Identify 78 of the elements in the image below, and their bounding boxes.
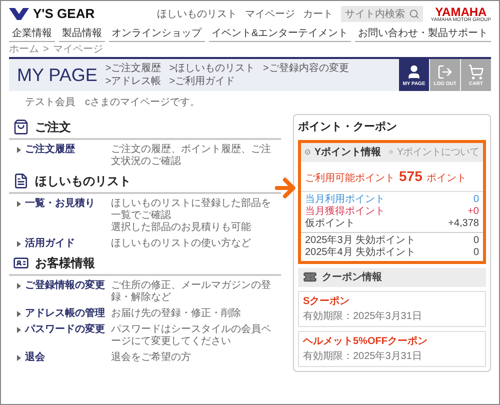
nav-item[interactable]: 企業情報 xyxy=(9,27,55,42)
coupon-card[interactable]: Sクーポン 有効期限：2025年3月31日 xyxy=(298,290,486,326)
nav-item[interactable]: イベント&エンターテイメント xyxy=(208,27,352,42)
expiry-value: 0 xyxy=(473,234,479,246)
menu-link[interactable]: ご登録情報の変更 xyxy=(25,280,111,292)
user-icon xyxy=(406,64,422,80)
bullet-icon xyxy=(17,355,21,361)
bullet-icon xyxy=(17,327,21,333)
row-description: パスワードはシースタイルの会員ページにて変更してください xyxy=(111,324,272,348)
row-description: ほしいものリストの使い方など xyxy=(111,238,251,250)
coupon-card[interactable]: ヘルメット5%OFFクーポン 有効期限：2025年3月31日 xyxy=(298,330,486,366)
row-description: 退会をご希望の方 xyxy=(111,352,191,364)
bag-icon xyxy=(13,119,29,135)
breadcrumb-link[interactable]: ホーム xyxy=(9,42,39,57)
mypage-link[interactable]: >ご登録内容の変更 xyxy=(263,62,349,75)
greeting-text: テスト会員 cさまのマイページです。 xyxy=(24,96,201,110)
coupon-expiry: 有効期限：2025年3月31日 xyxy=(303,310,423,324)
points-label: 仮ポイント xyxy=(305,218,355,230)
coupon-expiry: 有効期限：2025年3月31日 xyxy=(303,350,423,364)
expiry-label: 2025年4月 失効ポイント xyxy=(305,246,416,258)
bullet-icon xyxy=(17,201,21,207)
card-title: Yポイント情報 xyxy=(314,146,382,160)
coupon-name: Sクーポン xyxy=(303,294,351,308)
header-link[interactable]: マイページ xyxy=(244,6,295,22)
points-unit: ポイント xyxy=(426,172,466,186)
mypage-link[interactable]: >ご利用ガイド xyxy=(169,75,236,88)
id-card-icon xyxy=(13,255,29,271)
row-description: ご注文の履歴、ポイント履歴、ご注文状況のご確認 xyxy=(111,144,272,168)
bullet-icon xyxy=(17,241,21,247)
available-points-value: 575 xyxy=(399,166,422,186)
menu-link[interactable]: 一覧・お見積り xyxy=(25,198,111,210)
points-value: +4,378 xyxy=(448,218,479,230)
bullet-icon xyxy=(17,283,21,289)
section-title: ご注文 xyxy=(35,119,71,136)
menu-link[interactable]: 活用ガイド xyxy=(25,238,111,250)
row-description: 選択した部品のお見積りも可能 xyxy=(111,222,252,234)
brand-logo-text: YAMAHA xyxy=(435,6,487,18)
search-icon xyxy=(408,8,419,20)
logo-text: Y'S GEAR xyxy=(33,5,95,24)
bullet-icon xyxy=(17,311,21,317)
mypage-link[interactable]: >アドレス帳 xyxy=(105,75,162,88)
menu-link[interactable]: パスワードの変更 xyxy=(25,324,111,336)
search-field[interactable]: サイト内検索 xyxy=(340,6,423,22)
points-label: 当月利用ポイント xyxy=(305,194,385,206)
nav-item[interactable]: オンラインショップ xyxy=(108,27,205,42)
card-title: クーポン情報 xyxy=(322,270,382,284)
row-description: ほしいものリストに登録した部品を一覧でご確認 xyxy=(111,198,272,222)
logout-icon xyxy=(437,64,453,80)
document-icon xyxy=(13,173,29,189)
mypage-link[interactable]: >ご注文履歴 xyxy=(105,62,162,75)
header-link[interactable]: カート xyxy=(302,6,333,22)
bullet-icon xyxy=(17,147,21,153)
row-description: お届け先の登録・修正・削除 xyxy=(111,308,241,320)
row-description: ご住所の修正、メールマガジンの登録・解除など xyxy=(111,280,272,304)
header-link[interactable]: ほしいものリスト xyxy=(156,6,237,22)
menu-link[interactable]: アドレス帳の管理 xyxy=(25,308,111,320)
menu-link[interactable]: ご注文履歴 xyxy=(25,144,111,156)
nav-item[interactable]: お問い合わせ・製品サポート xyxy=(355,27,491,42)
section-title: お客様情報 xyxy=(35,255,95,272)
points-value: 0 xyxy=(473,194,479,206)
logo-icon xyxy=(9,8,29,20)
section-title: ほしいものリスト xyxy=(35,173,131,190)
mypage-link[interactable]: >ほしいものリスト xyxy=(169,62,256,75)
coupon-name: ヘルメット5%OFFクーポン xyxy=(303,334,428,348)
breadcrumb-separator: > xyxy=(43,43,49,57)
nav-item[interactable]: 製品情報 xyxy=(58,27,105,42)
expiry-value: 0 xyxy=(473,246,479,258)
breadcrumb-link[interactable]: マイページ xyxy=(52,42,103,57)
ticket-icon xyxy=(302,270,318,284)
available-points-label: ご利用可能ポイント xyxy=(305,172,395,186)
expiry-label: 2025年3月 失効ポイント xyxy=(305,234,416,246)
menu-link[interactable]: 退会 xyxy=(25,352,111,364)
panel-title: ポイント・クーポン xyxy=(298,120,398,135)
cart-icon xyxy=(468,64,484,80)
points-label: 当月獲得ポイント xyxy=(305,206,385,218)
help-icon xyxy=(389,147,393,157)
points-value: +0 xyxy=(468,206,479,218)
page-title: MY PAGE xyxy=(16,64,98,86)
